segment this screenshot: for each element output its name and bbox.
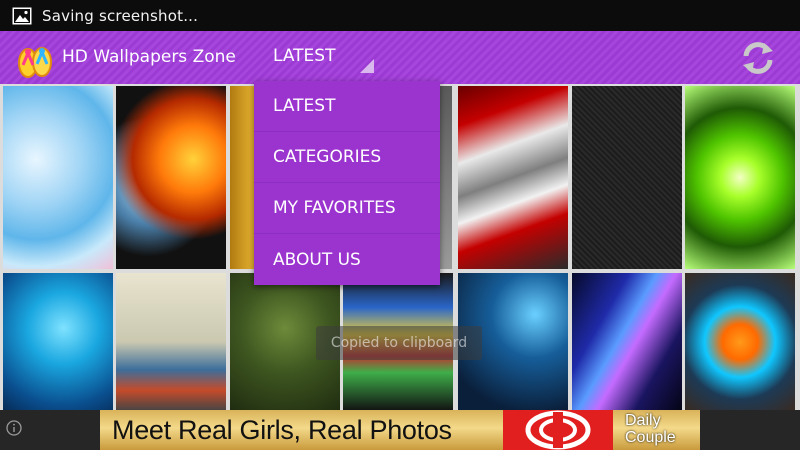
ad-brand-line-2: Couple [625, 429, 676, 446]
rings-logo-icon [503, 410, 613, 450]
menu-item-about-us[interactable]: ABOUT US [254, 234, 440, 285]
section-spinner[interactable]: LATEST [273, 46, 335, 66]
wallpaper-thumbnail[interactable] [685, 86, 795, 269]
app-title: HD Wallpapers Zone [62, 47, 236, 67]
ad-brand-line-1: Daily [625, 412, 661, 429]
wallpaper-thumbnail[interactable] [685, 273, 795, 411]
ad-banner[interactable]: Meet Real Girls, Real Photos Daily Coupl… [100, 410, 700, 450]
app-bar: HD Wallpapers Zone LATEST [0, 31, 800, 84]
wallpaper-thumbnail[interactable] [458, 86, 568, 269]
wallpaper-thumbnail[interactable] [230, 86, 254, 269]
ad-headline: Meet Real Girls, Real Photos [112, 415, 452, 445]
image-icon [12, 7, 32, 24]
wallpaper-thumbnail[interactable] [116, 273, 226, 411]
notification-text: Saving screenshot... [42, 6, 199, 25]
menu-item-latest[interactable]: LATEST [254, 81, 440, 132]
info-icon[interactable] [6, 420, 22, 436]
status-bar: Saving screenshot... [0, 0, 800, 31]
menu-item-my-favorites[interactable]: MY FAVORITES [254, 183, 440, 234]
wallpaper-thumbnail[interactable] [116, 86, 226, 269]
section-dropdown-menu: LATEST CATEGORIES MY FAVORITES ABOUT US [254, 81, 440, 285]
wallpaper-thumbnail[interactable] [3, 86, 113, 269]
menu-item-categories[interactable]: CATEGORIES [254, 132, 440, 183]
wallpaper-thumbnail[interactable] [572, 86, 682, 269]
ad-brand: Daily Couple [625, 412, 676, 446]
toast-message: Copied to clipboard [316, 326, 482, 360]
flip-flops-logo-icon[interactable] [14, 39, 56, 79]
wallpaper-thumbnail[interactable] [440, 86, 452, 269]
wallpaper-thumbnail[interactable] [3, 273, 113, 411]
spinner-triangle-icon[interactable] [360, 59, 374, 73]
wallpaper-thumbnail[interactable] [572, 273, 682, 411]
refresh-icon[interactable] [738, 39, 778, 77]
